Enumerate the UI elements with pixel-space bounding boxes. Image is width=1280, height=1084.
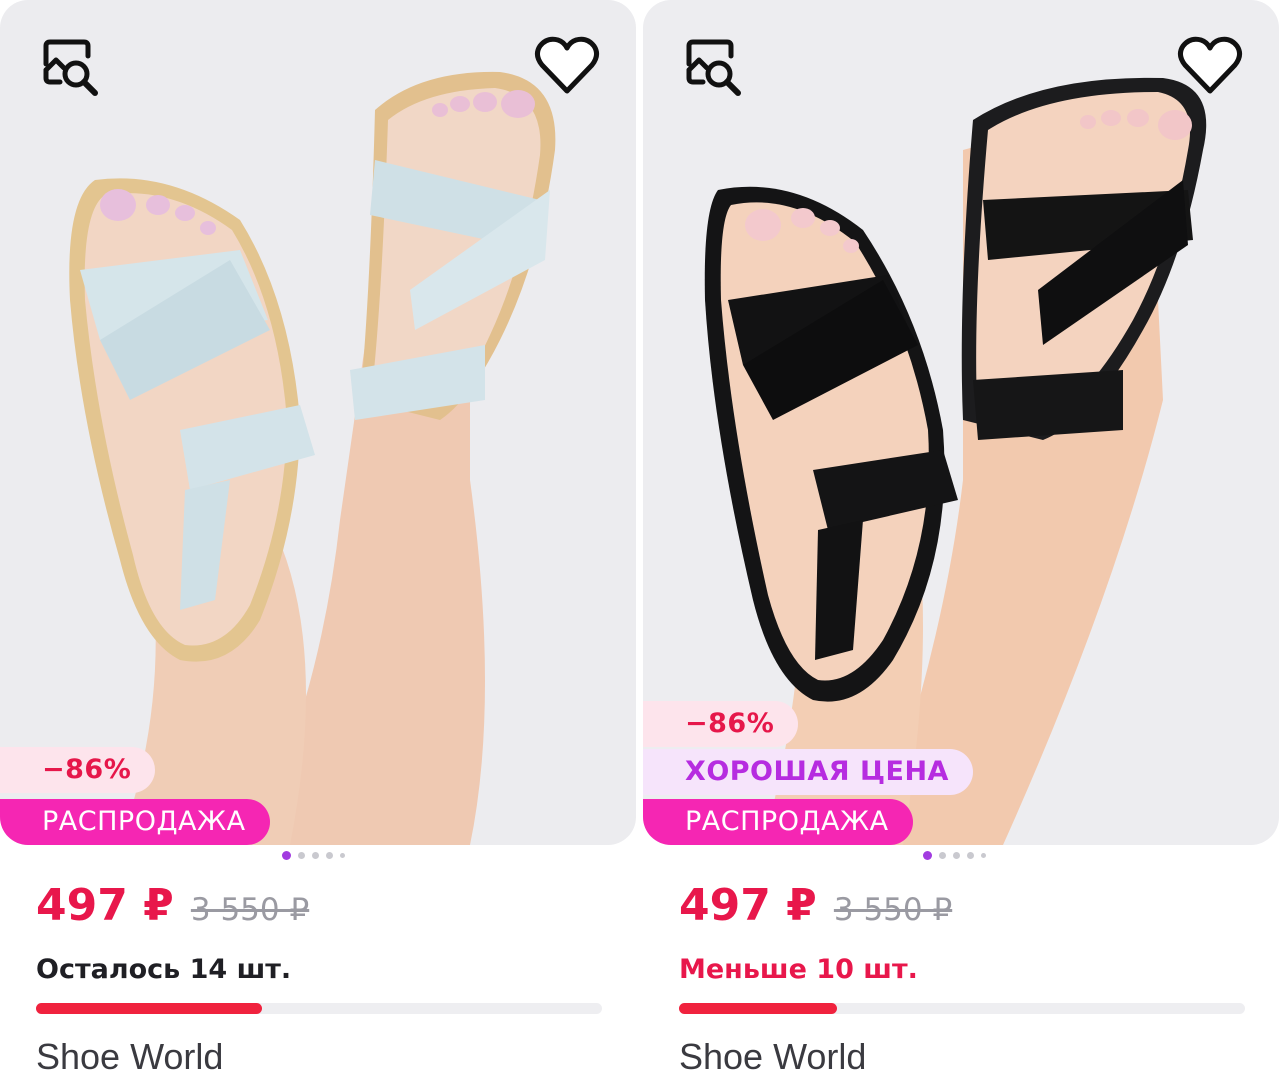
brand-name[interactable]: Shoe World: [679, 1036, 866, 1078]
stock-bar-fill: [679, 1003, 838, 1014]
gallery-dot[interactable]: [340, 853, 345, 858]
gallery-dot[interactable]: [981, 853, 986, 858]
stock-label: Меньше 10 шт.: [679, 954, 918, 985]
discount-badge: −86%: [643, 701, 799, 747]
image-search-icon[interactable]: [38, 34, 104, 100]
heart-icon[interactable]: [534, 34, 600, 100]
old-price: 3 550 ₽: [833, 892, 953, 928]
gallery-dot[interactable]: [953, 852, 960, 859]
gallery-dot[interactable]: [923, 851, 932, 860]
sale-badge: РАСПРОДАЖА: [0, 799, 270, 845]
stock-bar-fill: [36, 1003, 263, 1014]
product-card[interactable]: −86% РАСПРОДАЖА 497 ₽ 3 550 ₽ Осталось 1…: [0, 0, 636, 1084]
gallery-dot[interactable]: [326, 852, 333, 859]
price-row: 497 ₽ 3 550 ₽: [36, 880, 309, 931]
sale-badge: РАСПРОДАЖА: [643, 799, 913, 845]
stock-bar: [679, 1003, 1245, 1014]
gallery-dot[interactable]: [282, 851, 291, 860]
product-image-light-sandals: [69, 71, 556, 845]
gallery-dot[interactable]: [967, 852, 974, 859]
product-photo[interactable]: −86% ХОРОШАЯ ЦЕНА РАСПРОДАЖА: [643, 0, 1279, 845]
image-search-icon[interactable]: [681, 34, 747, 100]
product-card[interactable]: −86% ХОРОШАЯ ЦЕНА РАСПРОДАЖА 497 ₽ 3 550…: [643, 0, 1279, 1084]
price-row: 497 ₽ 3 550 ₽: [679, 880, 952, 931]
gallery-dot[interactable]: [298, 852, 305, 859]
brand-name[interactable]: Shoe World: [36, 1036, 223, 1078]
gallery-dot[interactable]: [312, 852, 319, 859]
product-photo[interactable]: −86% РАСПРОДАЖА: [0, 0, 636, 845]
gallery-dots: [0, 851, 636, 861]
good-price-badge: ХОРОШАЯ ЦЕНА: [643, 749, 973, 795]
price: 497 ₽: [679, 880, 817, 931]
old-price: 3 550 ₽: [190, 892, 310, 928]
gallery-dots: [643, 851, 1279, 861]
price: 497 ₽: [36, 880, 174, 931]
stock-bar: [36, 1003, 602, 1014]
discount-badge: −86%: [0, 747, 156, 793]
gallery-dot[interactable]: [939, 852, 946, 859]
heart-icon[interactable]: [1177, 34, 1243, 100]
stock-label: Осталось 14 шт.: [36, 954, 292, 985]
